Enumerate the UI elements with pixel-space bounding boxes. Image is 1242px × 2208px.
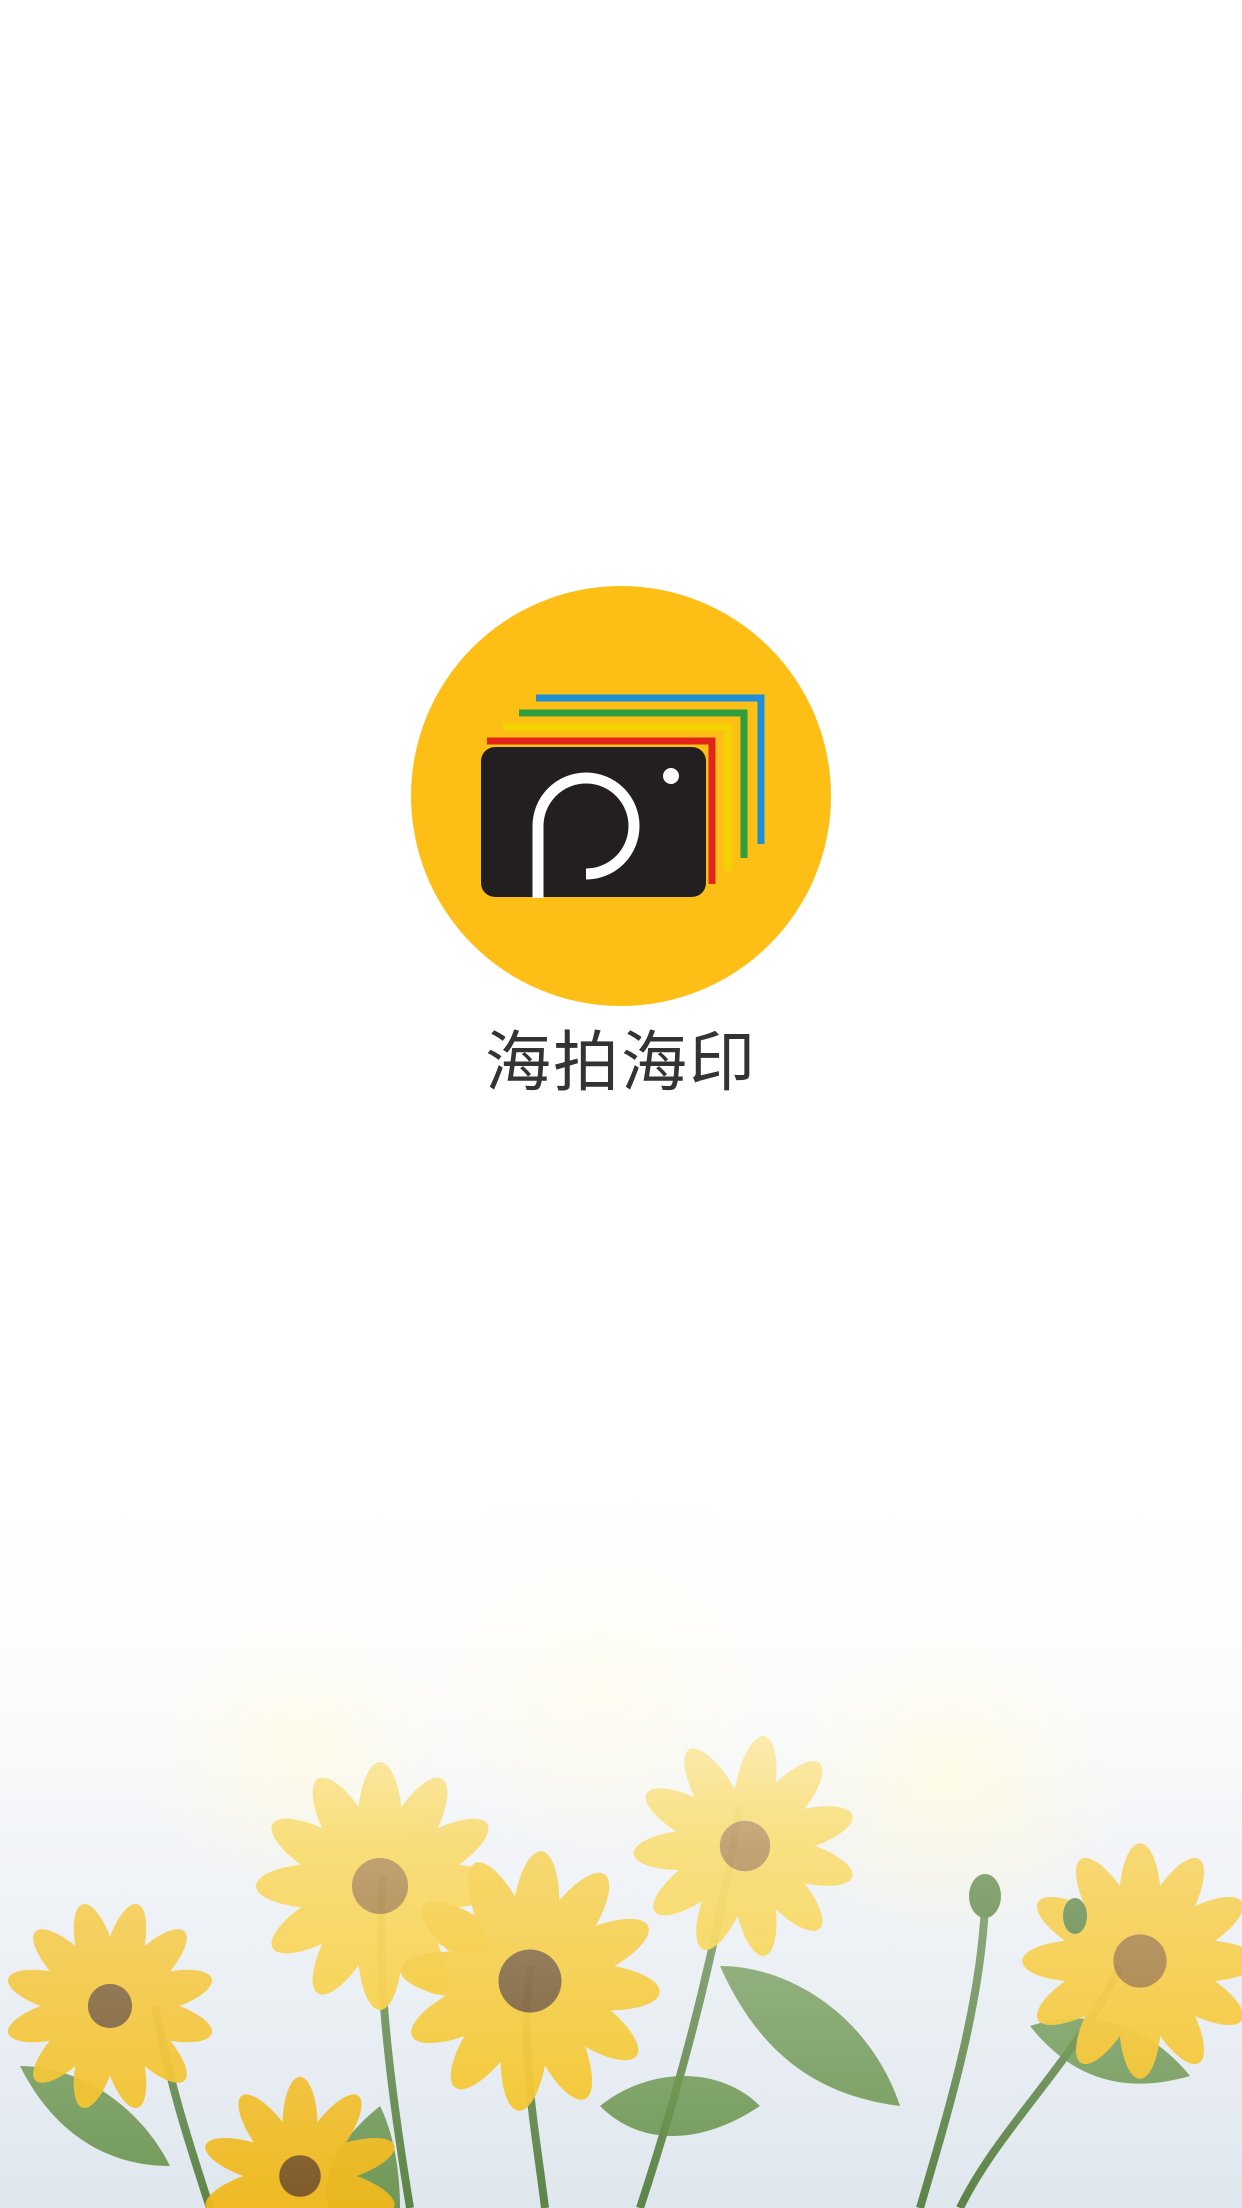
flower-background-image (0, 1406, 1242, 2208)
splash-screen: 海拍海印 (0, 0, 1242, 2208)
app-name: 海拍海印 (485, 1024, 757, 1101)
app-logo (411, 586, 831, 1006)
yellow-flowers-photo (0, 1406, 1242, 2208)
camera-photo-stack-icon (411, 586, 831, 1006)
